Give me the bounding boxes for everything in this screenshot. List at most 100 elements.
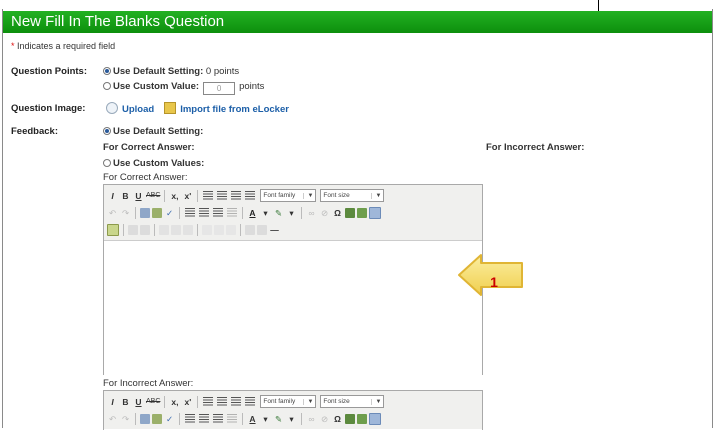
strikethrough-button[interactable]: ABC: [146, 190, 160, 202]
image-icon[interactable]: [357, 413, 367, 424]
text-color-button[interactable]: A: [247, 413, 258, 425]
table-row-icon[interactable]: [128, 224, 138, 235]
indent-icon[interactable]: [213, 208, 223, 217]
merge-cell-icon[interactable]: [226, 224, 236, 235]
feedback-custom-radio[interactable]: [103, 159, 111, 167]
question-points-label: Question Points:: [11, 66, 87, 77]
delete-col-icon[interactable]: [202, 224, 212, 235]
chevron-down-icon[interactable]: ▾: [286, 413, 297, 425]
font-size-select[interactable]: Font size ▼: [320, 189, 385, 202]
toolbar-separator: [164, 395, 166, 408]
toolbar-row-1: I B U ABC x, x' Font family ▼ Font size ▼: [107, 393, 479, 410]
upload-link[interactable]: Upload: [122, 104, 154, 115]
align-left-icon[interactable]: [203, 191, 214, 200]
bullet-list-icon[interactable]: [185, 208, 195, 217]
outdent-icon[interactable]: [227, 414, 237, 423]
underline-button[interactable]: U: [133, 190, 144, 202]
align-center-icon[interactable]: [217, 191, 228, 200]
table-icon[interactable]: [345, 207, 355, 218]
chevron-down-icon: ▼: [371, 192, 381, 199]
chevron-down-icon: ▼: [303, 398, 313, 405]
unlink-icon[interactable]: ⊘: [319, 207, 330, 219]
chevron-down-icon[interactable]: ▾: [286, 207, 297, 219]
bold-button[interactable]: B: [120, 396, 131, 408]
bold-button[interactable]: B: [120, 190, 131, 202]
points-default-value: 0 points: [203, 66, 240, 77]
align-left-icon[interactable]: [203, 397, 214, 406]
font-family-value: Font family: [263, 398, 296, 405]
dialog-header: New Fill In The Blanks Question: [3, 11, 712, 33]
feedback-default-radio[interactable]: [103, 127, 111, 135]
align-justify-icon[interactable]: [245, 397, 256, 406]
editor-toolbar: I B U ABC x, x' Font family ▼ Font size ▼ …: [104, 391, 482, 429]
question-image-actions: Upload Import file from eLocker: [106, 102, 289, 115]
split-cell-icon[interactable]: [214, 224, 224, 235]
link-icon[interactable]: ∞: [306, 413, 317, 425]
align-right-icon[interactable]: [231, 397, 242, 406]
cleanup-icon[interactable]: ✓: [164, 207, 175, 219]
media-icon[interactable]: [369, 206, 381, 219]
superscript-button[interactable]: x': [182, 190, 193, 202]
required-text: Indicates a required field: [14, 41, 116, 51]
delete-row-icon[interactable]: [171, 224, 181, 235]
paste-word-icon[interactable]: [152, 413, 162, 424]
bullet-list-icon[interactable]: [185, 414, 195, 423]
paste-text-icon[interactable]: [140, 413, 150, 424]
subscript-button[interactable]: x,: [169, 396, 180, 408]
numbered-list-icon[interactable]: [199, 414, 209, 423]
row-props-icon[interactable]: [257, 224, 267, 235]
subscript-button[interactable]: x,: [169, 190, 180, 202]
outdent-icon[interactable]: [227, 208, 237, 217]
undo-icon[interactable]: ↶: [107, 413, 118, 425]
special-char-button[interactable]: Ω: [332, 413, 343, 425]
superscript-button[interactable]: x': [182, 396, 193, 408]
indent-icon[interactable]: [213, 414, 223, 423]
points-unit: points: [239, 81, 265, 92]
paste-text-icon[interactable]: [140, 207, 150, 218]
chevron-down-icon[interactable]: ▾: [260, 207, 271, 219]
align-center-icon[interactable]: [217, 397, 228, 406]
table-col-icon[interactable]: [140, 224, 150, 235]
font-family-select[interactable]: Font family ▼: [260, 395, 317, 408]
cell-props-icon[interactable]: [245, 224, 255, 235]
highlight-color-icon[interactable]: ✎: [273, 413, 284, 425]
text-color-button[interactable]: A: [247, 207, 258, 219]
special-char-button[interactable]: Ω: [332, 207, 343, 219]
font-size-select[interactable]: Font size ▼: [320, 395, 385, 408]
font-family-select[interactable]: Font family ▼: [260, 189, 317, 202]
insert-col-icon[interactable]: [183, 224, 193, 235]
cleanup-icon[interactable]: ✓: [164, 413, 175, 425]
underline-button[interactable]: U: [133, 396, 144, 408]
toolbar-separator: [301, 412, 302, 425]
horizontal-rule-button[interactable]: —: [269, 224, 280, 236]
italic-button[interactable]: I: [107, 396, 118, 408]
points-custom-input[interactable]: 0: [203, 82, 236, 95]
table-icon[interactable]: [345, 413, 355, 424]
toolbar-row-3: —: [107, 221, 479, 238]
chevron-down-icon[interactable]: ▾: [260, 413, 271, 425]
redo-icon[interactable]: ↷: [120, 207, 131, 219]
align-justify-icon[interactable]: [245, 191, 256, 200]
redo-icon[interactable]: ↷: [120, 413, 131, 425]
import-elocker-link[interactable]: Import file from eLocker: [180, 104, 289, 115]
insert-row-icon[interactable]: [159, 224, 169, 235]
edit-icon[interactable]: [107, 223, 119, 236]
highlight-color-icon[interactable]: ✎: [273, 207, 284, 219]
correct-answer-textarea[interactable]: [104, 241, 482, 375]
image-icon[interactable]: [357, 207, 367, 218]
numbered-list-icon[interactable]: [199, 208, 209, 217]
undo-icon[interactable]: ↶: [107, 207, 118, 219]
unlink-icon[interactable]: ⊘: [319, 413, 330, 425]
points-custom-radio[interactable]: [103, 82, 111, 90]
italic-button[interactable]: I: [107, 190, 118, 202]
correct-answer-editor: I B U ABC x, x' Font family ▼ Font size ▼ …: [103, 184, 483, 375]
align-right-icon[interactable]: [231, 191, 242, 200]
required-note: * Indicates a required field: [11, 41, 115, 51]
points-default-radio[interactable]: [103, 67, 111, 75]
incorrect-editor-label: For Incorrect Answer:: [103, 378, 194, 389]
font-size-value: Font size: [323, 398, 350, 405]
paste-word-icon[interactable]: [152, 207, 162, 218]
media-icon[interactable]: [369, 412, 381, 425]
link-icon[interactable]: ∞: [306, 207, 317, 219]
strikethrough-button[interactable]: ABC: [146, 396, 160, 408]
